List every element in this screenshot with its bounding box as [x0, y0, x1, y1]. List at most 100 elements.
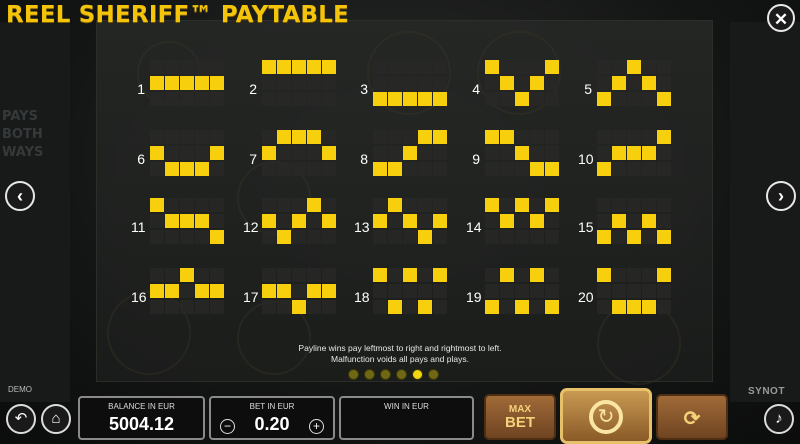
payline-number: 5: [584, 81, 592, 97]
payline-cell: [180, 130, 194, 144]
close-button[interactable]: ✕: [767, 4, 795, 32]
autoplay-icon: ⟳: [683, 408, 701, 430]
payline-cell: [277, 92, 291, 106]
payline-cell: [433, 198, 447, 212]
pagination-dot[interactable]: [428, 369, 439, 380]
payline-cell-active: [262, 60, 276, 74]
bet-label: BET IN EUR: [249, 402, 295, 411]
bet-increase-button[interactable]: +: [309, 419, 324, 434]
payline-15: 15: [578, 198, 748, 258]
payline-cell-active: [403, 146, 417, 160]
previous-page-button[interactable]: ‹: [5, 181, 35, 211]
payline-cell-active: [165, 214, 179, 228]
payline-pattern: [485, 198, 559, 244]
payline-cell: [373, 230, 387, 244]
pagination-dot[interactable]: [380, 369, 391, 380]
payline-cell-active: [165, 162, 179, 176]
payline-cell: [515, 284, 529, 298]
payline-cell: [262, 162, 276, 176]
payline-cell: [418, 268, 432, 282]
payline-pattern: [150, 198, 224, 244]
payline-cell: [150, 130, 164, 144]
pagination-dot[interactable]: [348, 369, 359, 380]
payline-cell: [165, 198, 179, 212]
payline-cell-active: [180, 76, 194, 90]
payline-cell: [627, 214, 641, 228]
pagination-dot-active[interactable]: [412, 369, 423, 380]
payline-cell: [657, 198, 671, 212]
payline-cell: [195, 60, 209, 74]
payline-cell-active: [388, 92, 402, 106]
payline-cell: [403, 230, 417, 244]
payline-cell: [500, 162, 514, 176]
payline-cell: [388, 60, 402, 74]
payline-cell: [180, 146, 194, 160]
payline-cell: [418, 162, 432, 176]
payline-cell-active: [515, 146, 529, 160]
payline-cell-active: [597, 92, 611, 106]
payline-cell: [195, 130, 209, 144]
payline-cell-active: [433, 130, 447, 144]
payline-number: 1: [137, 81, 145, 97]
payline-cell: [403, 76, 417, 90]
payline-cell-active: [150, 76, 164, 90]
payline-cell-active: [403, 92, 417, 106]
max-bet-button[interactable]: MAX BET: [484, 394, 556, 440]
payline-cell-active: [292, 300, 306, 314]
payline-cell-active: [500, 130, 514, 144]
payline-cell: [485, 230, 499, 244]
payline-cell: [373, 60, 387, 74]
autoplay-button[interactable]: ⟳: [656, 394, 728, 440]
payline-cell: [597, 76, 611, 90]
spin-button[interactable]: ↻: [560, 388, 652, 444]
payline-cell: [515, 60, 529, 74]
next-page-button[interactable]: ›: [766, 181, 796, 211]
payline-cell: [485, 268, 499, 282]
brand-logo: SYNOT: [748, 386, 785, 397]
back-button[interactable]: ↶: [6, 404, 36, 434]
payline-cell-active: [292, 214, 306, 228]
payline-cell: [180, 300, 194, 314]
payline-cell: [485, 76, 499, 90]
payline-cell: [530, 60, 544, 74]
payline-cell: [545, 76, 559, 90]
payline-number: 16: [131, 289, 147, 305]
payline-pattern: [262, 198, 336, 244]
sound-button[interactable]: ♪: [764, 404, 794, 434]
payline-cell-active: [292, 130, 306, 144]
payline-cell: [597, 198, 611, 212]
payline-cell-active: [545, 162, 559, 176]
payline-cell: [262, 76, 276, 90]
payline-cell: [485, 92, 499, 106]
payline-cell: [515, 214, 529, 228]
pagination-dot[interactable]: [396, 369, 407, 380]
payline-cell: [612, 130, 626, 144]
home-button[interactable]: ⌂: [41, 404, 71, 434]
balance-value: 5004.12: [108, 414, 175, 434]
payline-cell-active: [515, 300, 529, 314]
pagination-dot[interactable]: [364, 369, 375, 380]
payline-cell: [433, 162, 447, 176]
payline-cell-active: [277, 284, 291, 298]
payline-cell: [657, 284, 671, 298]
payline-cell-active: [418, 92, 432, 106]
payline-cell-active: [627, 300, 641, 314]
payline-pattern: [262, 60, 336, 106]
payline-cell-active: [165, 284, 179, 298]
payline-cell-active: [180, 162, 194, 176]
payline-cell: [597, 214, 611, 228]
payline-cell: [612, 198, 626, 212]
payline-cell: [515, 130, 529, 144]
payline-cell: [485, 146, 499, 160]
payline-cell: [292, 230, 306, 244]
payline-cell: [403, 60, 417, 74]
payline-cell: [627, 130, 641, 144]
payline-cell: [210, 300, 224, 314]
payline-cell: [165, 268, 179, 282]
payline-pattern: [597, 130, 671, 176]
payline-cell: [150, 60, 164, 74]
payline-cell-active: [657, 268, 671, 282]
payline-number: 19: [466, 289, 482, 305]
payline-cell: [433, 284, 447, 298]
payline-cell: [500, 230, 514, 244]
